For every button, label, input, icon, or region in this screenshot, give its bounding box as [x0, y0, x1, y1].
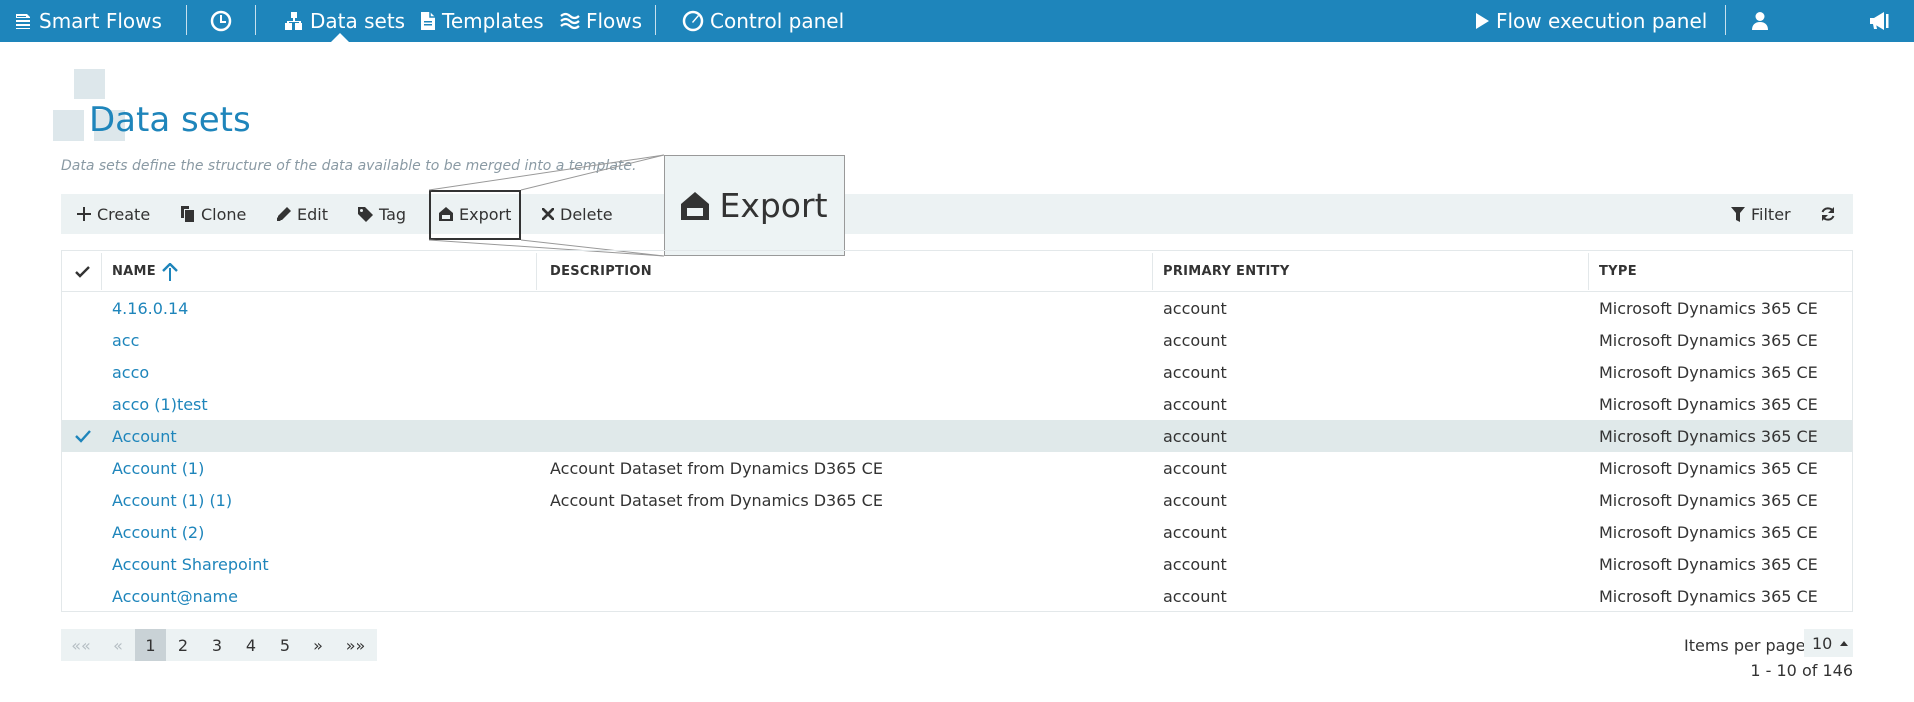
cell-primary-entity: account [1163, 490, 1227, 510]
cell-type: Microsoft Dynamics 365 CE [1599, 362, 1818, 382]
cell-name[interactable]: acc [112, 324, 139, 356]
cell-type: Microsoft Dynamics 365 CE [1599, 330, 1818, 350]
column-divider [536, 253, 537, 290]
cell-description: Account Dataset from Dynamics D365 CE [550, 490, 883, 510]
previous-page-button[interactable]: « [101, 629, 135, 661]
last-page-button[interactable]: »» [334, 629, 377, 661]
data-sets-table: NAME DESCRIPTION PRIMARY ENTITY TYPE 4.1… [61, 250, 1853, 612]
cell-name[interactable]: Account (2) [112, 516, 204, 548]
cell-type: Microsoft Dynamics 365 CE [1599, 458, 1818, 478]
cell-primary-entity: account [1163, 426, 1227, 446]
pagination: «« « 1 2 3 4 5 » »» [61, 629, 377, 661]
export-house-icon [681, 191, 710, 220]
cell-name[interactable]: Account@name [112, 580, 238, 612]
table-row[interactable]: Account (2) account Microsoft Dynamics 365… [62, 516, 1852, 548]
cell-description: Account Dataset from Dynamics D365 CE [550, 458, 883, 478]
cell-type: Microsoft Dynamics 365 CE [1599, 554, 1818, 574]
table-row[interactable]: acco (1)test account Microsoft Dynamics 36… [62, 388, 1852, 420]
sort-ascending-icon [162, 262, 178, 281]
table-row[interactable]: 4.16.0.14 account Microsoft Dynamics 365 C… [62, 292, 1852, 324]
cell-type: Microsoft Dynamics 365 CE [1599, 586, 1818, 606]
column-header-description[interactable]: DESCRIPTION [550, 251, 652, 292]
column-header-name[interactable]: NAME [112, 251, 178, 292]
table-row[interactable]: Account@name account Microsoft Dynamics 36… [62, 580, 1852, 612]
next-page-button[interactable]: » [302, 629, 334, 661]
page-button-4[interactable]: 4 [234, 629, 268, 661]
cell-name[interactable]: 4.16.0.14 [112, 292, 188, 324]
items-per-page-select[interactable]: 10 [1804, 629, 1853, 657]
column-header-primary-entity[interactable]: PRIMARY ENTITY [1163, 251, 1290, 292]
cell-primary-entity: account [1163, 554, 1227, 574]
first-page-button[interactable]: «« [61, 629, 101, 661]
caret-up-icon [1840, 640, 1849, 646]
page-button-1[interactable]: 1 [135, 629, 166, 661]
cell-primary-entity: account [1163, 522, 1227, 542]
cell-primary-entity: account [1163, 298, 1227, 318]
column-divider [1588, 253, 1589, 290]
cell-name[interactable]: Account [112, 420, 177, 452]
page-button-2[interactable]: 2 [166, 629, 200, 661]
column-divider [101, 253, 102, 290]
cell-type: Microsoft Dynamics 365 CE [1599, 522, 1818, 542]
cell-name[interactable]: acco (1)test [112, 388, 208, 420]
page-button-3[interactable]: 3 [200, 629, 234, 661]
table-row[interactable]: Account (1) (1) Account Dataset from Dyna… [62, 484, 1852, 516]
cell-name[interactable]: acco [112, 356, 149, 388]
cell-primary-entity: account [1163, 586, 1227, 606]
table-row[interactable]: acc account Microsoft Dynamics 365 CE [62, 324, 1852, 356]
cell-type: Microsoft Dynamics 365 CE [1599, 394, 1818, 414]
items-per-page-label: Items per page [1684, 635, 1806, 655]
cell-name[interactable]: Account Sharepoint [112, 548, 269, 580]
column-divider [1152, 253, 1153, 290]
cell-primary-entity: account [1163, 330, 1227, 350]
cell-name[interactable]: Account (1) (1) [112, 484, 232, 516]
pagination-range: 1 - 10 of 146 [1750, 660, 1853, 680]
page-button-5[interactable]: 5 [268, 629, 302, 661]
table-row[interactable]: Account Sharepoint account Microsoft Dynam… [62, 548, 1852, 580]
cell-type: Microsoft Dynamics 365 CE [1599, 298, 1818, 318]
row-check-icon[interactable] [75, 428, 91, 447]
cell-primary-entity: account [1163, 394, 1227, 414]
table-header: NAME DESCRIPTION PRIMARY ENTITY TYPE [62, 251, 1852, 292]
cell-primary-entity: account [1163, 362, 1227, 382]
cell-primary-entity: account [1163, 458, 1227, 478]
zoom-label: Export [719, 186, 828, 225]
check-icon [75, 265, 90, 278]
table-row[interactable]: Account (1) Account Dataset from Dynamics… [62, 452, 1852, 484]
table-row[interactable]: acco account Microsoft Dynamics 365 CE [62, 356, 1852, 388]
table-row[interactable]: Account account Microsoft Dynamics 365 CE [62, 420, 1852, 452]
cell-type: Microsoft Dynamics 365 CE [1599, 490, 1818, 510]
export-zoom-callout: Export [664, 155, 845, 256]
select-all-checkbox[interactable] [75, 251, 90, 292]
cell-name[interactable]: Account (1) [112, 452, 204, 484]
items-per-page-value: 10 [1812, 633, 1833, 653]
column-header-type[interactable]: TYPE [1599, 251, 1637, 292]
cell-type: Microsoft Dynamics 365 CE [1599, 426, 1818, 446]
